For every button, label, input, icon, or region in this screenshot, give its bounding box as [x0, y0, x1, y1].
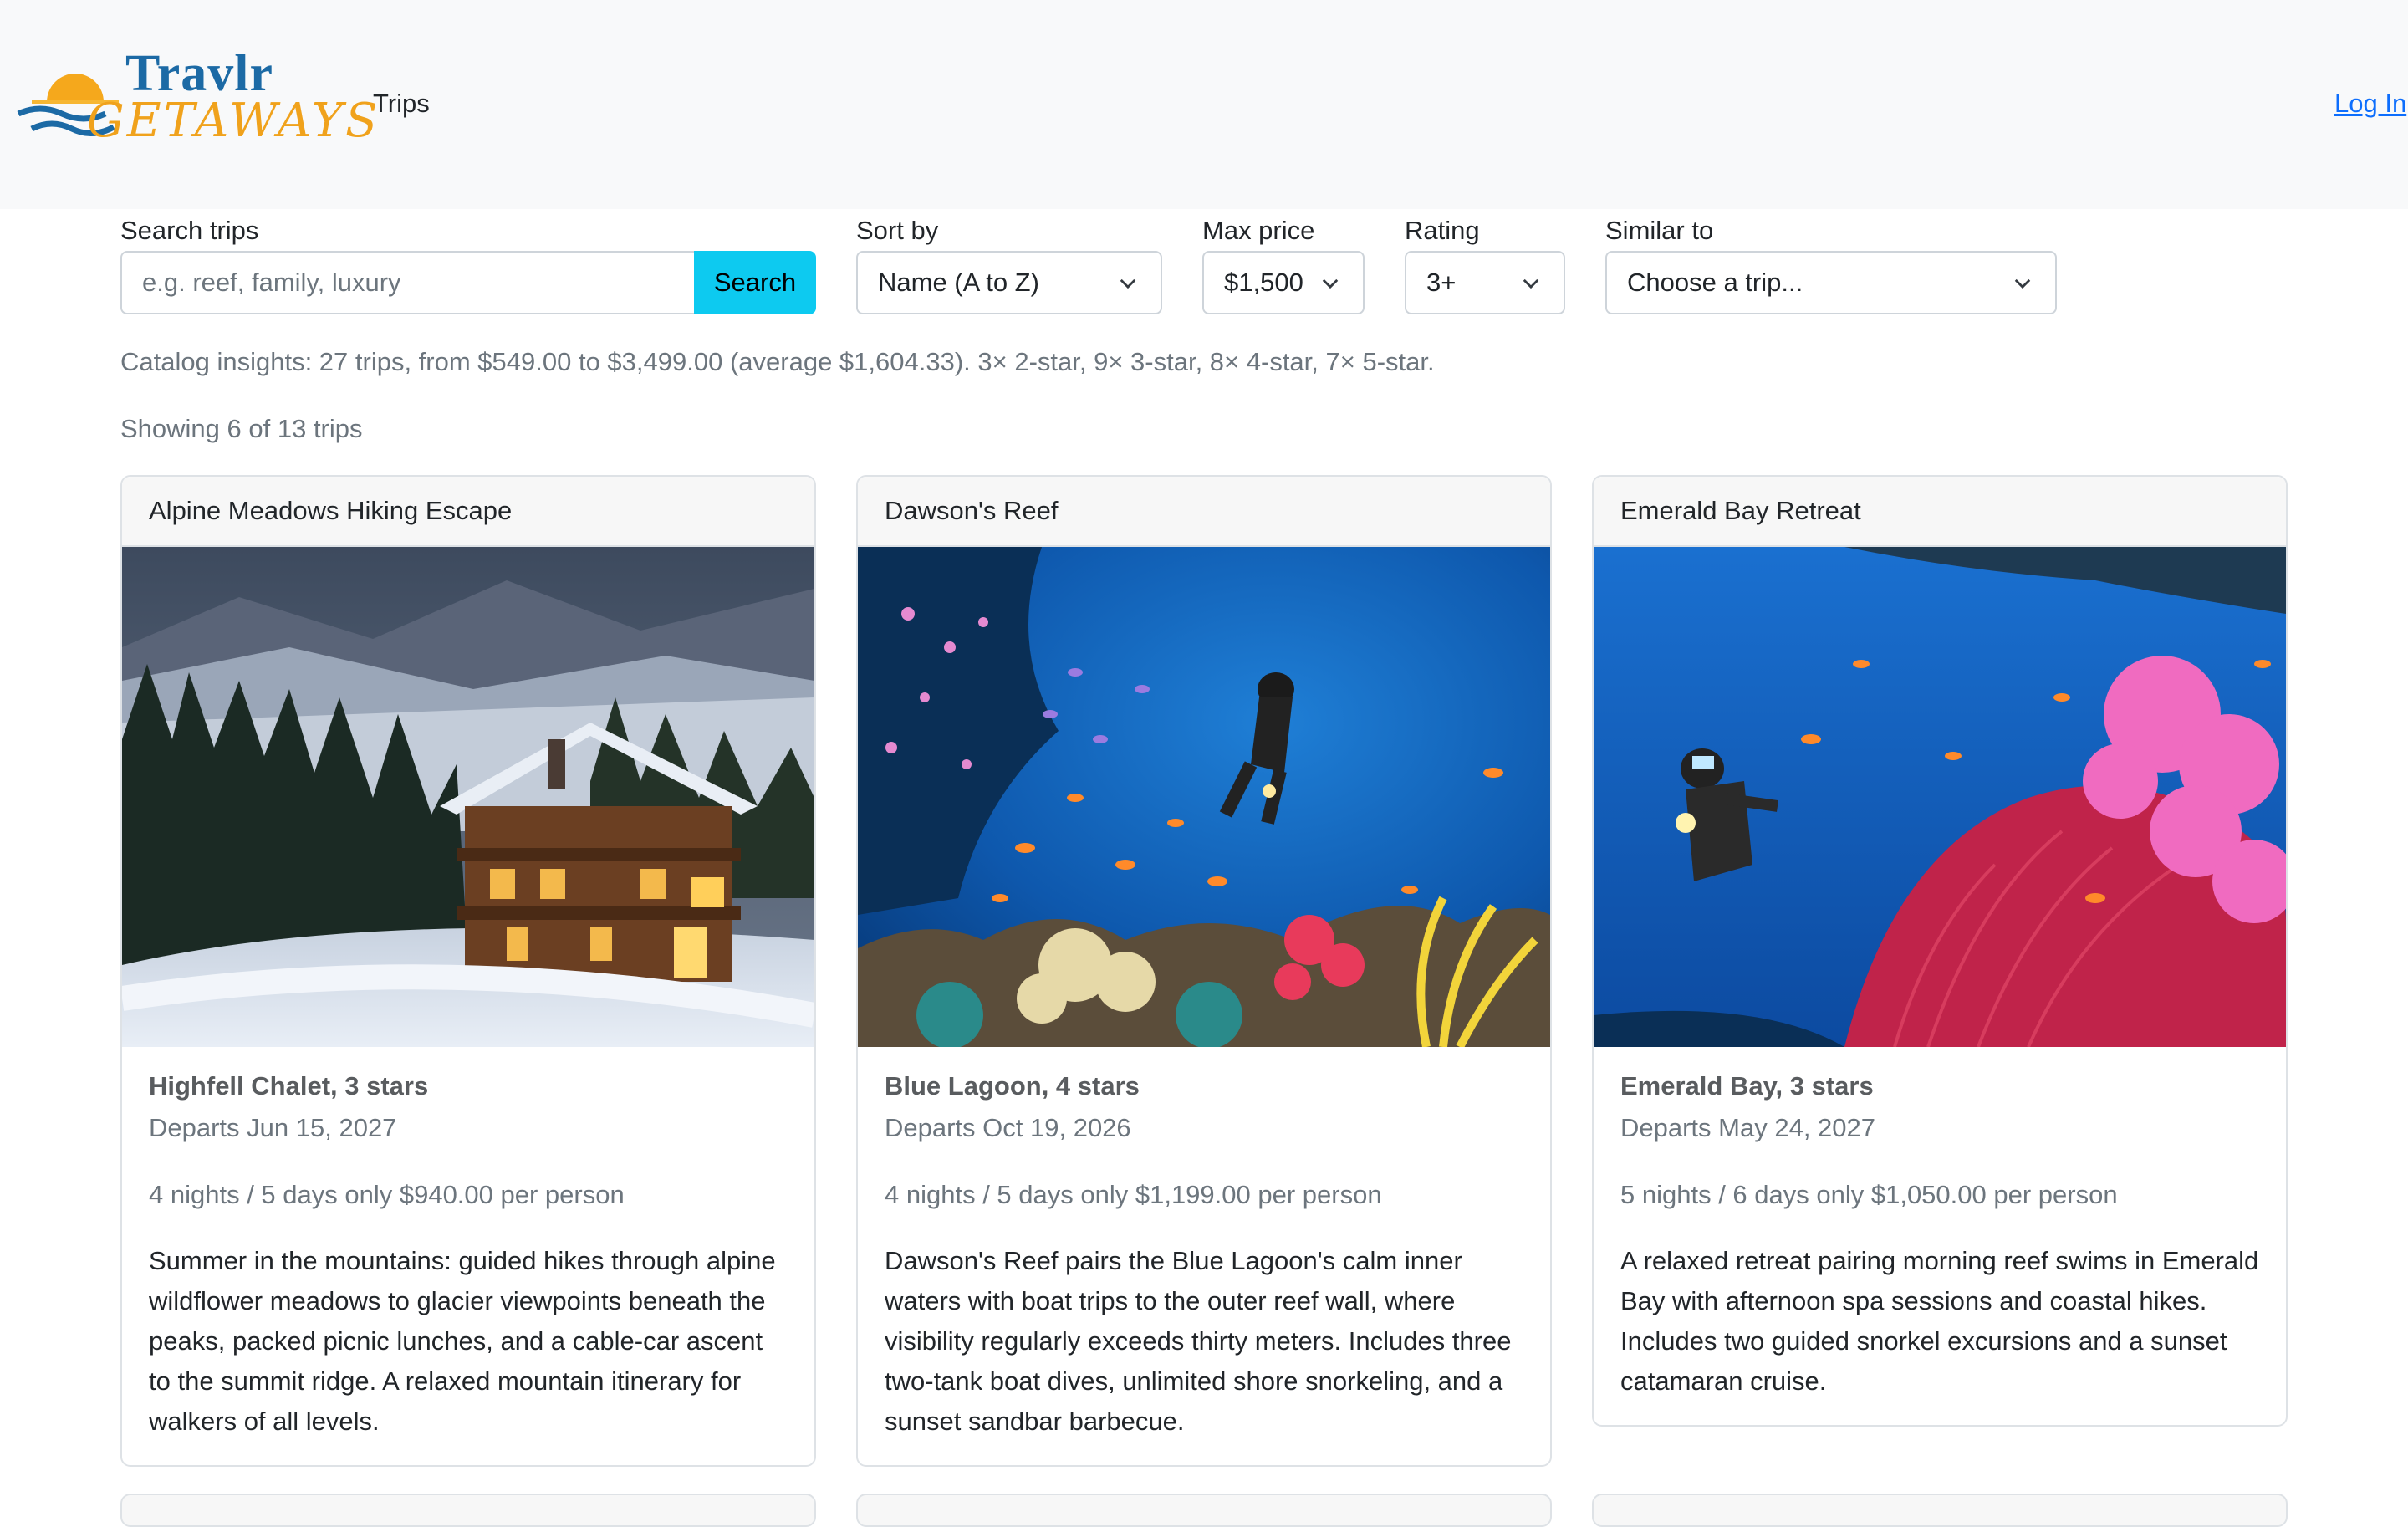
catalog-insights: Catalog insights: 27 trips, from $549.00… [120, 347, 1435, 376]
trip-location: Emerald Bay, 3 stars [1620, 1071, 1874, 1101]
chevron-down-icon [1120, 278, 1136, 289]
trip-card-next[interactable] [1592, 1494, 2288, 1527]
trip-description: Summer in the mountains: guided hikes th… [149, 1246, 776, 1436]
similar-value: Choose a trip... [1627, 268, 1803, 297]
sort-select[interactable]: Name (A to Z) [856, 251, 1162, 314]
search-group: Search [120, 251, 816, 314]
trip-price: 5 nights / 6 days only $1,050.00 per per… [1620, 1180, 2118, 1209]
travlr-logo[interactable]: Travlr GETAWAYS [15, 43, 377, 161]
trip-image-chalet [122, 547, 814, 1047]
trip-title: Alpine Meadows Hiking Escape [122, 477, 814, 547]
trip-location: Highfell Chalet, 3 stars [149, 1071, 429, 1101]
trip-image-coral-diver [1594, 547, 2286, 1047]
trip-price: 4 nights / 5 days only $940.00 per perso… [149, 1180, 625, 1209]
trip-description: A relaxed retreat pairing morning reef s… [1620, 1246, 2259, 1396]
trip-title: Dawson's Reef [858, 477, 1550, 547]
results-count: Showing 6 of 13 trips [120, 414, 363, 443]
search-input[interactable] [120, 251, 696, 314]
max-price-value: $1,500 [1224, 268, 1303, 297]
trip-departure: Departs May 24, 2027 [1620, 1113, 1876, 1142]
similar-label: Similar to [1605, 216, 1714, 245]
brand-tagline: GETAWAYS [87, 94, 380, 148]
trip-location: Blue Lagoon, 4 stars [885, 1071, 1140, 1101]
chevron-down-icon [1322, 278, 1339, 289]
nav-trips-link[interactable]: Trips [373, 89, 430, 119]
max-price-select[interactable]: $1,500 [1202, 251, 1365, 314]
trip-card[interactable]: Dawson's Reef Blue Lagoon, 4 stars Depar… [856, 475, 1552, 1467]
trip-departure: Departs Oct 19, 2026 [885, 1113, 1131, 1142]
trip-card-next[interactable] [120, 1494, 816, 1527]
navbar: Travlr GETAWAYS Trips Log In [0, 0, 2408, 209]
trip-card[interactable]: Alpine Meadows Hiking Escape Highfell Ch… [120, 475, 816, 1467]
trip-card-next[interactable] [856, 1494, 1552, 1527]
login-link[interactable]: Log In [2334, 89, 2406, 119]
chevron-down-icon [2014, 278, 2031, 289]
trip-image-reef-diver [858, 547, 1550, 1047]
rating-label: Rating [1405, 216, 1480, 245]
sort-value: Name (A to Z) [878, 268, 1039, 297]
sort-label: Sort by [856, 216, 939, 245]
trip-price: 4 nights / 5 days only $1,199.00 per per… [885, 1180, 1382, 1209]
trip-card[interactable]: Emerald Bay Retreat Emerald Bay, 3 stars… [1592, 475, 2288, 1427]
search-label: Search trips [120, 216, 259, 245]
rating-select[interactable]: 3+ [1405, 251, 1565, 314]
search-button[interactable]: Search [694, 251, 816, 314]
max-price-label: Max price [1202, 216, 1315, 245]
chevron-down-icon [1523, 278, 1539, 289]
trip-departure: Departs Jun 15, 2027 [149, 1113, 397, 1142]
similar-select[interactable]: Choose a trip... [1605, 251, 2057, 314]
trip-title: Emerald Bay Retreat [1594, 477, 2286, 547]
rating-value: 3+ [1426, 268, 1457, 297]
trip-description: Dawson's Reef pairs the Blue Lagoon's ca… [885, 1246, 1512, 1436]
